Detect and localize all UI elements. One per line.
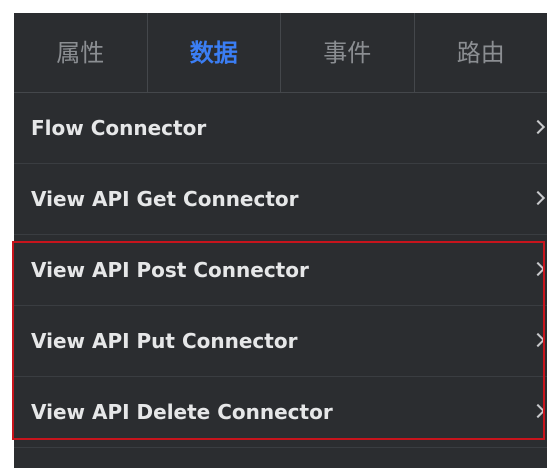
connector-label: Flow Connector xyxy=(31,116,207,140)
panel-tabs: 属性 数据 事件 路由 xyxy=(14,13,547,93)
connector-item-flow[interactable]: Flow Connector xyxy=(14,93,547,164)
connector-item-view-api-put[interactable]: View API Put Connector xyxy=(14,306,547,377)
tab-properties[interactable]: 属性 xyxy=(14,13,148,92)
property-panel: 属性 数据 事件 路由 Flow Connector View API Get … xyxy=(14,13,547,468)
tab-routing[interactable]: 路由 xyxy=(415,13,547,92)
connector-item-view-api-post[interactable]: View API Post Connector xyxy=(14,235,547,306)
connector-label: View API Get Connector xyxy=(31,187,299,211)
connector-item-view-api-get[interactable]: View API Get Connector xyxy=(14,164,547,235)
connector-label: View API Delete Connector xyxy=(31,400,333,424)
connector-label: View API Put Connector xyxy=(31,329,298,353)
connector-label: View API Post Connector xyxy=(31,258,309,282)
tab-events[interactable]: 事件 xyxy=(281,13,415,92)
connector-item-view-api-delete[interactable]: View API Delete Connector xyxy=(14,377,547,448)
tab-data[interactable]: 数据 xyxy=(147,13,281,92)
